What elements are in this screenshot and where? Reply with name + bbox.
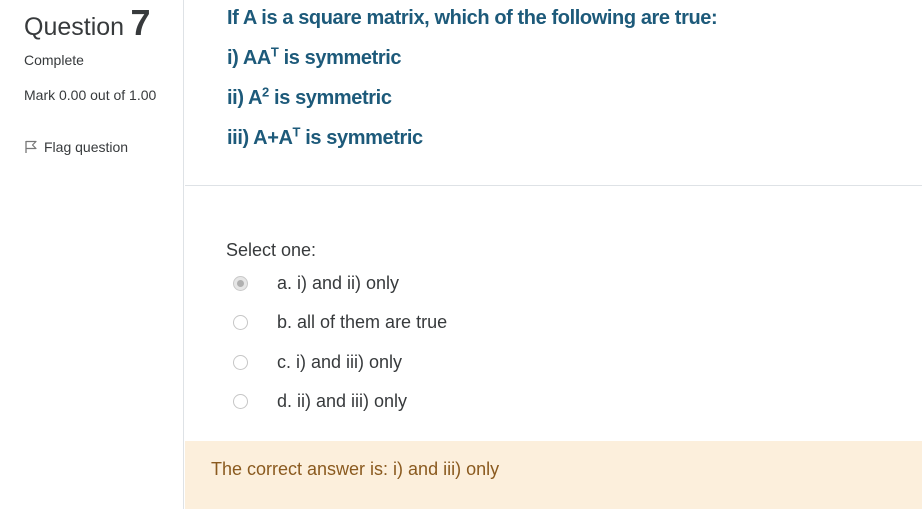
statement-text: is symmetric [300, 127, 423, 149]
statement-text: i) AA [227, 47, 271, 69]
flag-question-link[interactable]: Flag question [24, 139, 128, 155]
answer-area: Select one: a. i) and ii) only b. all of… [185, 186, 922, 441]
answer-option-d[interactable]: d. ii) and iii) only [233, 389, 407, 413]
superscript: 2 [262, 84, 269, 100]
question-grade: Mark 0.00 out of 1.00 [24, 87, 157, 103]
radio-button[interactable] [233, 314, 248, 330]
superscript: T [292, 124, 301, 140]
option-label[interactable]: b. all of them are true [277, 312, 447, 333]
flag-question-label: Flag question [44, 139, 129, 155]
question-info-panel: Question 7 Complete Mark 0.00 out of 1.0… [0, 0, 184, 509]
option-label[interactable]: a. i) and ii) only [277, 273, 399, 294]
answer-option-a[interactable]: a. i) and ii) only [233, 271, 399, 295]
flag-icon [24, 140, 38, 154]
statement-text: ii) A [227, 87, 263, 109]
question-line: If A is a square matrix, which of the fo… [227, 7, 718, 30]
select-one-prompt: Select one: [226, 240, 317, 260]
answer-option-c[interactable]: c. i) and iii) only [233, 350, 402, 374]
statement-iii: iii) A+AT is symmetric [227, 124, 423, 150]
question-number: Question 7 [24, 2, 151, 44]
question-label: Question [24, 13, 125, 41]
question-line-text: If A is a square matrix, which of the fo… [227, 7, 718, 29]
correct-answer-feedback: The correct answer is: i) and iii) only [185, 441, 922, 509]
statement-i: i) AAT is symmetric [227, 45, 402, 70]
statement-ii: ii) A2 is symmetric [227, 84, 392, 110]
statement-text: is symmetric [268, 87, 392, 109]
answer-option-b[interactable]: b. all of them are true [233, 310, 447, 334]
option-label[interactable]: d. ii) and iii) only [277, 391, 407, 412]
radio-button-selected[interactable] [233, 275, 248, 291]
question-state: Complete [24, 52, 84, 68]
question-text: If A is a square matrix, which of the fo… [185, 0, 922, 186]
radio-button[interactable] [233, 393, 248, 409]
statement-text: iii) A+A [227, 127, 293, 149]
radio-button[interactable] [233, 354, 248, 370]
feedback-text: The correct answer is: i) and iii) only [211, 459, 500, 479]
question-number-value: 7 [130, 2, 151, 43]
statement-text: is symmetric [278, 47, 402, 69]
option-label[interactable]: c. i) and iii) only [277, 352, 402, 373]
